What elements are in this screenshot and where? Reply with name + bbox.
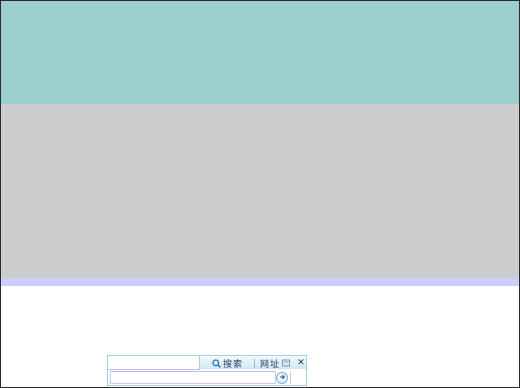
go-button[interactable] bbox=[276, 372, 288, 384]
browser-content-frame: 搜索 网址 ✕ bbox=[0, 0, 520, 388]
go-icon bbox=[278, 374, 286, 383]
tab-url-label: 网址 bbox=[260, 359, 281, 370]
close-icon[interactable]: ✕ bbox=[296, 357, 306, 369]
url-icon bbox=[282, 359, 290, 367]
search-toolbar-widget: 搜索 网址 ✕ bbox=[107, 355, 307, 386]
tab-separator bbox=[254, 359, 255, 368]
toolbar-tab-bar: 搜索 网址 ✕ bbox=[108, 356, 306, 370]
search-input[interactable] bbox=[110, 371, 276, 384]
tab-url[interactable]: 网址 bbox=[260, 357, 290, 370]
tab-search-label: 搜索 bbox=[223, 359, 244, 370]
middle-content-area bbox=[1, 104, 519, 278]
toolbar-right-slot bbox=[290, 371, 304, 384]
divider-strip bbox=[1, 278, 519, 286]
tab-blank-area bbox=[108, 356, 200, 370]
top-banner-area bbox=[1, 1, 519, 104]
tab-search[interactable]: 搜索 bbox=[212, 357, 244, 370]
search-icon bbox=[212, 358, 221, 368]
tab-strip: 搜索 网址 ✕ bbox=[200, 357, 306, 370]
